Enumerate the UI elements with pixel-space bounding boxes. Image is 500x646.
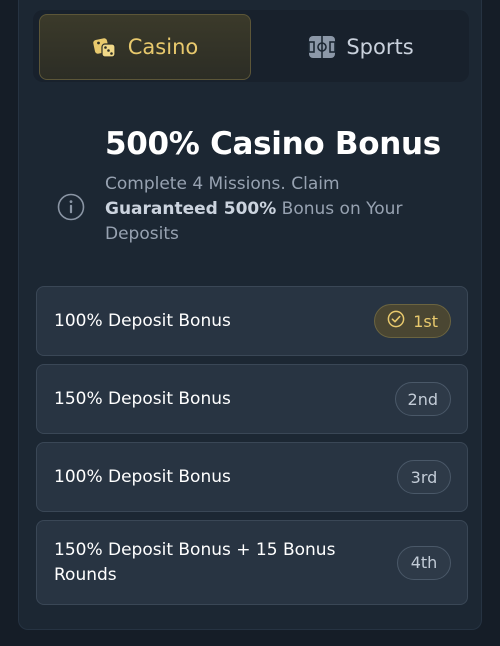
mission-label: 100% Deposit Bonus xyxy=(54,310,231,331)
tab-sports-label: Sports xyxy=(346,35,414,59)
dice-icon xyxy=(92,34,118,60)
mission-item-3[interactable]: 100% Deposit Bonus 3rd xyxy=(36,442,468,512)
check-circle-icon xyxy=(387,310,405,332)
info-icon[interactable] xyxy=(57,193,85,221)
bonus-title: 500% Casino Bonus xyxy=(105,126,441,162)
mission-label: 150% Deposit Bonus + 15 Bonus Rounds xyxy=(54,539,336,585)
mission-badge-label: 1st xyxy=(413,311,438,331)
tab-casino-label: Casino xyxy=(127,35,199,59)
mission-badge: 2nd xyxy=(394,382,451,416)
bonus-description: Complete 4 Missions. Claim Guaranteed 50… xyxy=(105,172,435,247)
mission-item-4[interactable]: 150% Deposit Bonus + 15 Bonus Rounds 4th xyxy=(36,520,468,605)
tab-casino[interactable]: Casino xyxy=(39,14,251,80)
mission-item-2[interactable]: 150% Deposit Bonus 2nd xyxy=(36,364,468,434)
mission-label: 100% Deposit Bonus xyxy=(54,466,231,487)
mission-item-1[interactable]: 100% Deposit Bonus 1st xyxy=(36,286,468,356)
mission-list: 100% Deposit Bonus 1st 150% Deposit Bonu… xyxy=(36,286,468,613)
mission-badge: 4th xyxy=(397,545,451,580)
mission-label: 150% Deposit Bonus xyxy=(54,388,231,409)
tab-switcher: Casino Sports xyxy=(33,10,469,82)
desc-prefix: Complete 4 Missions. Claim xyxy=(105,174,340,194)
mission-badge: 3rd xyxy=(397,460,451,494)
desc-highlight: Guaranteed 500% xyxy=(105,199,277,219)
mission-badge-completed: 1st xyxy=(374,304,451,338)
bonus-panel: Casino Sports 500% Casino Bonus Complete… xyxy=(18,0,482,630)
tab-sports[interactable]: Sports xyxy=(255,14,467,80)
football-field-icon xyxy=(308,34,337,60)
